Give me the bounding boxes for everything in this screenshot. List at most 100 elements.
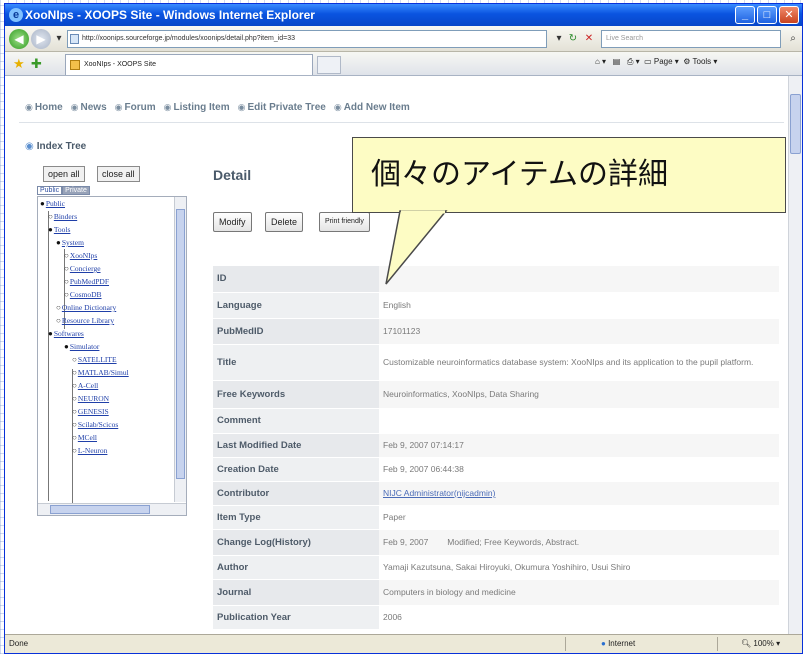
tab-bar: ★ ✚ XooNIps - XOOPS Site ⌂ ▾ ▤ ⎙ ▾ ▭ Pag… (5, 52, 802, 76)
tree-node[interactable]: Simulator (64, 342, 100, 351)
favorites-star-icon[interactable]: ★ (13, 56, 25, 72)
add-favorites-icon[interactable]: ✚ (31, 56, 42, 72)
field-label: Title (213, 344, 379, 381)
tree-node[interactable]: Scilab/Scicos (72, 420, 118, 429)
open-all-button[interactable]: open all (43, 166, 85, 182)
tree-node[interactable]: MCell (72, 433, 97, 442)
tree-node[interactable]: XooNIps (64, 251, 98, 260)
tree-node[interactable]: Online Dictionary (56, 303, 116, 312)
tab-public[interactable]: Public (37, 186, 63, 195)
scroll-thumb[interactable] (50, 505, 150, 514)
address-toolbar: ◀ ▶ ▾ http://xoonips.sourceforge.jp/modu… (5, 26, 802, 52)
menu-add-new-item[interactable]: Add New Item (334, 102, 410, 113)
tree-node[interactable]: NEURON (72, 394, 109, 403)
field-value (379, 408, 779, 434)
refresh-icon[interactable]: ↻ (565, 31, 581, 47)
main-menu: Home News Forum Listing Item Edit Privat… (25, 102, 410, 113)
stop-icon[interactable]: ✕ (581, 31, 597, 47)
menu-forum[interactable]: Forum (115, 102, 156, 113)
print-friendly-button[interactable]: Print friendly (319, 212, 370, 232)
field-label: Creation Date (213, 457, 379, 482)
recent-pages-icon[interactable]: ▾ (51, 31, 67, 47)
back-button[interactable]: ◀ (9, 29, 29, 49)
scroll-thumb[interactable] (176, 209, 185, 479)
tree-node[interactable]: Public (40, 199, 65, 208)
field-label: PubMedID (213, 318, 379, 345)
zoom-level[interactable]: 🔍︎ 100% ▾ (741, 635, 780, 653)
tree-node[interactable]: PubMedPDF (64, 277, 109, 286)
tree-horizontal-scrollbar[interactable] (38, 503, 186, 515)
field-label: Contributor (213, 481, 379, 506)
page-vertical-scrollbar[interactable] (788, 76, 802, 636)
print-icon[interactable]: ⎙ ▾ (627, 57, 640, 66)
field-label: Free Keywords (213, 380, 379, 409)
tab-private[interactable]: Private (62, 186, 90, 195)
field-value: 2006 (379, 605, 779, 630)
contributor-link[interactable]: NIJC Administrator(nijcadmin) (383, 488, 495, 498)
site-favicon-icon (70, 60, 80, 70)
forward-button[interactable]: ▶ (31, 29, 51, 49)
feeds-icon[interactable]: ▤ (613, 57, 621, 66)
field-label: ID (213, 266, 379, 293)
field-label: Last Modified Date (213, 433, 379, 458)
tree-node[interactable]: MATLAB/Simul (72, 368, 129, 377)
menu-home[interactable]: Home (25, 102, 63, 113)
address-input[interactable]: http://xoonips.sourceforge.jp/modules/xo… (67, 30, 547, 48)
field-value: Neuroinformatics, XooNIps, Data Sharing (379, 380, 779, 409)
field-label: Language (213, 292, 379, 319)
close-all-button[interactable]: close all (97, 166, 140, 182)
field-value (379, 266, 779, 293)
tree-node[interactable]: Softwares (48, 329, 84, 338)
detail-table: ID Language English PubMedID 17101123 Titl… (213, 266, 779, 630)
field-value: Computers in biology and medicine (379, 579, 779, 606)
field-value: English (379, 292, 779, 319)
tree-node[interactable]: Resource Library (56, 316, 114, 325)
tree-node[interactable]: L-Neuron (72, 446, 108, 455)
search-input[interactable]: Live Search (601, 30, 781, 48)
field-value: Customizable neuroinformatics database s… (379, 344, 779, 381)
close-button[interactable]: ✕ (779, 6, 799, 24)
tree-node[interactable]: System (56, 238, 84, 247)
tree-node[interactable]: Binders (48, 212, 77, 221)
index-tree-title: Index Tree (25, 141, 86, 152)
internet-zone: ● Internet (601, 639, 636, 648)
tree-tabs: Public Private (37, 186, 90, 195)
home-icon[interactable]: ⌂ ▾ (595, 57, 606, 66)
scroll-thumb[interactable] (790, 94, 801, 154)
menu-listing-item[interactable]: Listing Item (164, 102, 229, 113)
minimize-button[interactable]: _ (735, 6, 755, 24)
browser-window: e XooNIps - XOOPS Site - Windows Interne… (4, 3, 803, 654)
field-value: Yamaji Kazutsuna, Sakai Hiroyuki, Okumur… (379, 555, 779, 580)
tree-vertical-scrollbar[interactable] (174, 197, 186, 502)
tab-active[interactable]: XooNIps - XOOPS Site (65, 54, 313, 75)
tree-node[interactable]: A-Cell (72, 381, 98, 390)
field-value: NIJC Administrator(nijcadmin) (379, 481, 779, 506)
field-label: Change Log(History) (213, 529, 379, 556)
status-divider (717, 637, 718, 651)
callout-text: 個々のアイテムの詳細 (371, 157, 668, 192)
tree-line (48, 211, 49, 501)
tree-node[interactable]: Tools (48, 225, 71, 234)
tree-node[interactable]: Concierge (64, 264, 101, 273)
menu-news[interactable]: News (71, 102, 107, 113)
modify-button[interactable]: Modify (213, 212, 252, 232)
title-bar: e XooNIps - XOOPS Site - Windows Interne… (5, 4, 802, 26)
tree-node[interactable]: GENESIS (72, 407, 109, 416)
page-menu[interactable]: ▭ Page ▾ (644, 57, 679, 66)
field-value: Feb 9, 2007 Modified; Free Keywords, Abs… (379, 529, 779, 556)
field-value: Paper (379, 505, 779, 530)
field-value: Feb 9, 2007 07:14:17 (379, 433, 779, 458)
maximize-button[interactable]: □ (757, 6, 777, 24)
index-tree: Public Binders Tools System XooNIps Conc… (37, 196, 187, 516)
field-label: Comment (213, 408, 379, 434)
search-icon[interactable]: ⌕ (785, 31, 801, 47)
delete-button[interactable]: Delete (265, 212, 304, 232)
new-tab-button[interactable] (317, 56, 341, 74)
callout-annotation: 個々のアイテムの詳細 (352, 137, 786, 213)
tools-menu[interactable]: ⚙ Tools ▾ (683, 57, 717, 66)
menu-edit-private-tree[interactable]: Edit Private Tree (238, 102, 325, 113)
tree-node[interactable]: CosmoDB (64, 290, 102, 299)
page-icon (70, 34, 79, 44)
field-label: Item Type (213, 505, 379, 530)
tree-node[interactable]: SATELLITE (72, 355, 117, 364)
